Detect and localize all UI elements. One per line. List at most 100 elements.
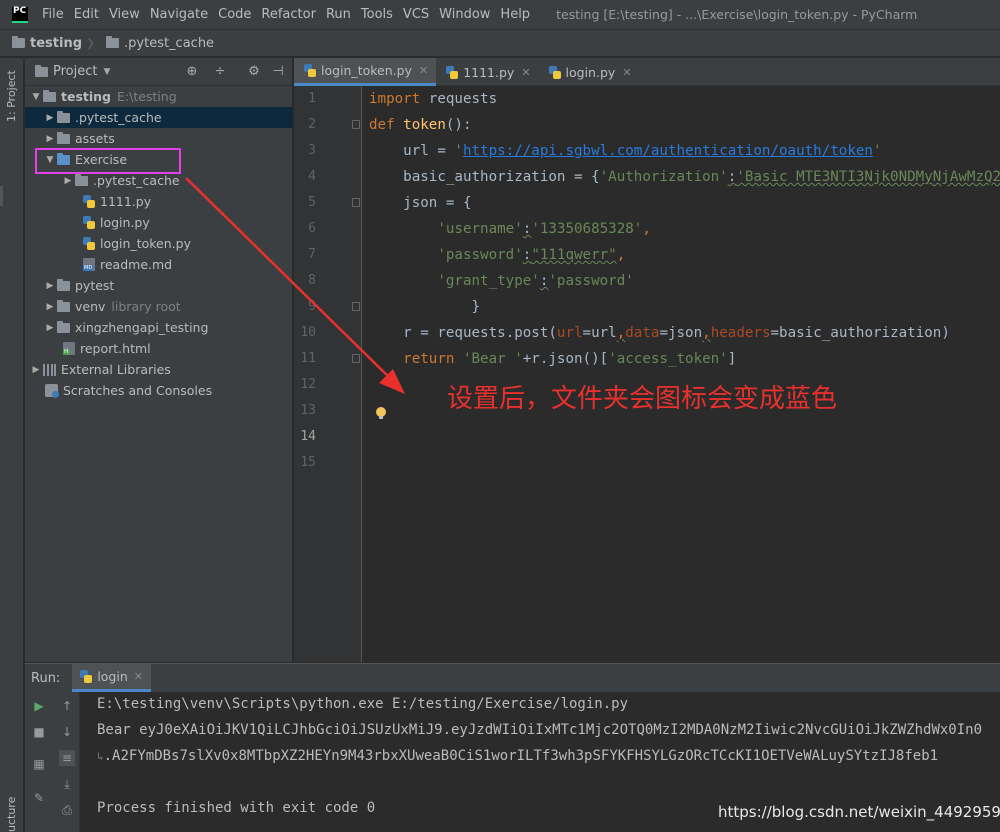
tree-item-scratches[interactable]: Scratches and Consoles (25, 380, 293, 401)
line-number: 12 (300, 377, 316, 392)
editor-gutter: 1 2 3 4 5 6 7 8 9 10 11 12 13 14 15 (294, 86, 362, 662)
tree-item-xingzhengapi-testing[interactable]: ▶ xingzhengapi_testing (25, 317, 293, 338)
menu-navigate[interactable]: Navigate (150, 7, 208, 22)
collapse-all-icon[interactable]: ÷ (213, 64, 227, 79)
rerun-icon[interactable]: ▶ (31, 698, 47, 714)
folder-icon (43, 89, 56, 102)
tree-item-assets[interactable]: ▶ assets (25, 128, 293, 149)
folder-icon (75, 173, 88, 186)
stop-icon[interactable]: ■ (31, 724, 47, 740)
print-icon[interactable]: ⎙ (59, 802, 75, 818)
soft-wrap-icon[interactable]: ≡ (59, 750, 75, 766)
tree-item-venv[interactable]: ▶ venv library root (25, 296, 293, 317)
tree-item-label: login.py (100, 215, 150, 230)
expand-arrow-icon[interactable]: ▶ (61, 176, 75, 186)
close-icon[interactable]: ✕ (419, 64, 428, 77)
close-icon[interactable]: ✕ (134, 670, 143, 683)
tree-item-label: report.html (80, 341, 151, 356)
console-line: Bear eyJ0eXAiOiJKV1QiLCJhbGciOiJSUzUxMiJ… (97, 722, 983, 738)
tree-item-label: pytest (75, 278, 115, 293)
tree-item-pytest-cache[interactable]: ▶ .pytest_cache (25, 107, 293, 128)
fold-marker-icon[interactable] (352, 354, 360, 363)
tree-item-label: .pytest_cache (93, 173, 180, 188)
fold-marker-icon[interactable] (352, 302, 360, 311)
code-editor[interactable]: import requests def token(): url = 'http… (363, 86, 1000, 662)
window-edge-marker (0, 186, 3, 206)
menu-file[interactable]: File (42, 7, 64, 22)
code-line-9: } (369, 299, 481, 315)
line-number: 14 (300, 429, 316, 444)
tree-item-login-py[interactable]: login.py (25, 212, 293, 233)
layout-icon[interactable]: ▦ (31, 756, 47, 772)
tree-item-login-token-py[interactable]: login_token.py (25, 233, 293, 254)
scratches-icon (45, 384, 59, 398)
watermark: https://blog.csdn.net/weixin_44929594 (718, 803, 1000, 821)
scroll-up-icon[interactable]: ↑ (59, 698, 75, 714)
menu-tools[interactable]: Tools (361, 7, 393, 22)
gear-icon[interactable]: ⚙ (247, 64, 261, 79)
expand-arrow-icon[interactable]: ▶ (43, 134, 57, 144)
close-icon[interactable]: ✕ (622, 66, 631, 79)
breadcrumb-folder[interactable]: .pytest_cache (124, 36, 214, 51)
breadcrumb-separator-icon: 〉 (88, 36, 101, 51)
expand-arrow-icon[interactable]: ▼ (29, 92, 43, 102)
locate-target-icon[interactable]: ⊕ (185, 64, 199, 79)
expand-arrow-icon[interactable]: ▶ (43, 113, 57, 123)
line-number: 3 (308, 143, 316, 158)
project-folder-icon (35, 64, 48, 77)
code-line-4: basic_authorization = {'Authorization':'… (369, 169, 1000, 185)
tree-item-label: .pytest_cache (75, 110, 162, 125)
tree-item-1111-py[interactable]: 1111.py (25, 191, 293, 212)
menu-edit[interactable]: Edit (74, 7, 99, 22)
tree-item-testing[interactable]: ▼ testing E:\testing (25, 86, 293, 107)
tab-label: login_token.py (321, 63, 412, 78)
tree-item-label: Scratches and Consoles (63, 383, 213, 398)
python-file-icon (83, 216, 95, 229)
tab-1111-py[interactable]: 1111.py ✕ (436, 58, 538, 86)
line-number: 4 (308, 169, 316, 184)
console-line: E:\testing\venv\Scripts\python.exe E:/te… (97, 696, 629, 712)
line-number: 8 (308, 273, 316, 288)
tab-login-token-py[interactable]: login_token.py ✕ (294, 58, 437, 86)
tree-item-pytest[interactable]: ▶ pytest (25, 275, 293, 296)
expand-arrow-icon[interactable]: ▶ (43, 281, 57, 291)
menu-bar: PC File Edit View Navigate Code Refactor… (0, 0, 1000, 30)
exercise-highlight-box (35, 148, 181, 174)
window-title: testing [E:\testing] - ...\Exercise\logi… (556, 7, 918, 22)
markdown-file-icon (83, 258, 95, 271)
console-line: ↳.A2FYmDBs7slXv0x8MTbpXZ2HEYn9M43rbxXUwe… (97, 748, 939, 764)
project-tool-button[interactable]: 1: Project (3, 64, 21, 124)
menu-vcs[interactable]: VCS (403, 7, 429, 22)
hide-panel-icon[interactable]: ⊣ (271, 64, 285, 79)
chevron-down-icon[interactable]: ▼ (103, 67, 110, 77)
menu-code[interactable]: Code (218, 7, 251, 22)
lightbulb-icon[interactable] (376, 407, 386, 420)
fold-marker-icon[interactable] (352, 120, 360, 129)
breadcrumb-root[interactable]: testing (30, 36, 82, 51)
structure-tool-button[interactable]: ucture (3, 790, 21, 832)
tree-item-label: login_token.py (100, 236, 191, 251)
menu-view[interactable]: View (109, 7, 140, 22)
line-number: 7 (308, 247, 316, 262)
expand-arrow-icon[interactable]: ▶ (43, 302, 57, 312)
menu-run[interactable]: Run (326, 7, 351, 22)
tab-login-py[interactable]: login.py ✕ (539, 58, 640, 86)
tree-item-readme-md[interactable]: readme.md (25, 254, 293, 275)
close-icon[interactable]: ✕ (521, 66, 530, 79)
menu-refactor[interactable]: Refactor (261, 7, 316, 22)
annotation-text: 设置后，文件夹会图标会变成蓝色 (447, 384, 838, 414)
scroll-to-end-icon[interactable]: ⤓ (59, 776, 75, 792)
project-view-select[interactable]: Project (53, 64, 97, 79)
expand-arrow-icon[interactable]: ▶ (29, 365, 43, 375)
pin-icon[interactable]: ✎ (31, 790, 47, 806)
expand-arrow-icon[interactable]: ▶ (43, 323, 57, 333)
tree-item-report-html[interactable]: report.html (25, 338, 293, 359)
scroll-down-icon[interactable]: ↓ (59, 724, 75, 740)
run-tab-login[interactable]: login ✕ (72, 664, 151, 692)
menu-help[interactable]: Help (500, 7, 530, 22)
menu-window[interactable]: Window (439, 7, 490, 22)
python-file-icon (446, 65, 459, 79)
fold-marker-icon[interactable] (352, 198, 360, 207)
tree-item-external-libraries[interactable]: ▶ External Libraries (25, 359, 293, 380)
code-line-10: r = requests.post(url=url,data=json,head… (369, 325, 950, 341)
